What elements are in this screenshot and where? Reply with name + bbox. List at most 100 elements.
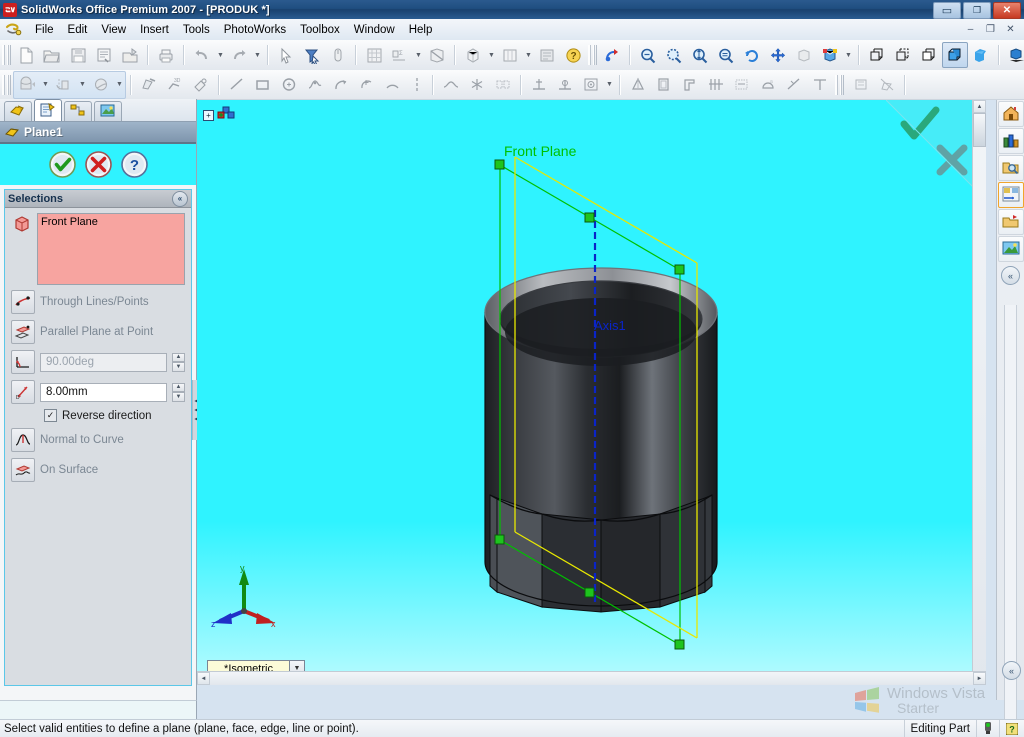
on-surface-icon[interactable] — [11, 458, 35, 482]
rebuild-icon[interactable] — [599, 42, 625, 68]
redo-icon[interactable] — [226, 42, 252, 68]
viewport-vertical-scrollbar[interactable]: ▲ ▼ — [972, 100, 986, 685]
new-document-icon[interactable] — [13, 42, 39, 68]
draft-icon[interactable] — [625, 72, 651, 98]
mdi-minimize-button[interactable]: – — [961, 21, 980, 37]
design-library-button[interactable] — [997, 128, 1024, 154]
wireframe-icon[interactable] — [864, 42, 890, 68]
menu-edit[interactable]: Edit — [61, 22, 95, 38]
reverse-direction-row[interactable]: ✓ Reverse direction — [5, 407, 191, 425]
offset-distance-input[interactable]: 8.00mm — [40, 382, 167, 402]
option-on-surface[interactable]: On Surface — [5, 455, 191, 485]
view-palette-button[interactable] — [997, 209, 1024, 235]
measure-icon[interactable]: Σ — [387, 42, 413, 68]
search-button[interactable] — [997, 182, 1024, 208]
pack-and-go-icon[interactable] — [117, 42, 143, 68]
angle-spin-down[interactable]: ▼ — [172, 362, 185, 372]
close-button[interactable]: ✕ — [993, 2, 1021, 19]
help-question-icon[interactable]: ? — [560, 42, 586, 68]
undo-dropdown-icon[interactable]: ▼ — [215, 43, 226, 67]
sketch-icon[interactable] — [136, 72, 162, 98]
select-arrow-icon[interactable] — [273, 42, 299, 68]
option-at-angle[interactable]: 90.00deg ▲ ▼ — [5, 347, 191, 377]
sketch-fillet-icon[interactable] — [438, 72, 464, 98]
menu-window[interactable]: Window — [347, 22, 402, 38]
revolved-boss-icon[interactable] — [51, 72, 77, 98]
menu-toolbox[interactable]: Toolbox — [293, 22, 347, 38]
offset-spin-down[interactable]: ▼ — [172, 392, 185, 402]
shaded-icon[interactable] — [534, 42, 560, 68]
menu-insert[interactable]: Insert — [133, 22, 176, 38]
shell-icon[interactable] — [651, 72, 677, 98]
display-manager-tab[interactable] — [94, 101, 122, 121]
zoom-to-area-icon[interactable] — [661, 42, 687, 68]
tangent-arc-icon[interactable] — [380, 72, 406, 98]
menu-tools[interactable]: Tools — [176, 22, 217, 38]
property-manager-tab[interactable] — [34, 99, 62, 121]
rotate-view-icon[interactable] — [739, 42, 765, 68]
rib-icon[interactable] — [677, 72, 703, 98]
appearance-icon[interactable] — [817, 42, 843, 68]
angle-spin-up[interactable]: ▲ — [172, 352, 185, 362]
toolbar-grip[interactable] — [2, 45, 11, 65]
appearance-dropdown-icon[interactable]: ▼ — [843, 43, 854, 67]
hidden-lines-visible-icon[interactable] — [890, 42, 916, 68]
trim-icon[interactable] — [807, 72, 833, 98]
angle-icon[interactable] — [11, 350, 35, 374]
edit-part-icon[interactable] — [848, 72, 874, 98]
normal-to-curve-icon[interactable] — [11, 428, 35, 452]
view-orientation-dropdown-icon[interactable]: ▼ — [486, 43, 497, 67]
extruded-boss-icon[interactable] — [14, 72, 40, 98]
open-folder-icon[interactable] — [39, 42, 65, 68]
save-icon[interactable] — [65, 42, 91, 68]
hidden-lines-removed-icon[interactable] — [916, 42, 942, 68]
reverse-direction-checkbox[interactable]: ✓ — [44, 409, 57, 422]
angle-input[interactable]: 90.00deg — [40, 352, 167, 372]
zoom-in-out-icon[interactable] — [687, 42, 713, 68]
extruded-boss-dropdown-icon[interactable]: ▼ — [40, 73, 51, 97]
dome-icon[interactable]: a — [755, 72, 781, 98]
scroll-up-icon[interactable]: ▲ — [973, 100, 986, 113]
mdi-close-button[interactable]: ✕ — [1001, 21, 1020, 37]
cancel-button[interactable] — [84, 151, 112, 178]
offset-spin-up[interactable]: ▲ — [172, 382, 185, 392]
perimeter-circle-icon[interactable] — [354, 72, 380, 98]
circle-icon[interactable] — [276, 72, 302, 98]
shaded-view-icon[interactable] — [968, 42, 994, 68]
measure-dropdown-icon[interactable]: ▼ — [413, 43, 424, 67]
axis-icon[interactable] — [552, 72, 578, 98]
display-style-dropdown-icon[interactable]: ▼ — [523, 43, 534, 67]
ok-button[interactable] — [48, 151, 76, 178]
offset-distance-spinner[interactable]: ▲ ▼ — [172, 382, 185, 402]
smart-dimension-icon[interactable] — [188, 72, 214, 98]
scroll-right-icon[interactable]: ► — [973, 672, 986, 685]
view-orientation-icon[interactable] — [460, 42, 486, 68]
option-normal-to-curve[interactable]: Normal to Curve — [5, 425, 191, 455]
mdi-restore-button[interactable]: ❐ — [981, 21, 1000, 37]
pan-icon[interactable] — [765, 42, 791, 68]
option-parallel-plane-at-point[interactable]: Parallel Plane at Point — [5, 317, 191, 347]
collapse-section-icon[interactable]: « — [172, 190, 188, 207]
print-preview-icon[interactable] — [91, 42, 117, 68]
solidworks-menu-logo-icon[interactable] — [5, 22, 23, 38]
menu-help[interactable]: Help — [402, 22, 440, 38]
zoom-to-fit-icon[interactable] — [635, 42, 661, 68]
solidworks-resources-button[interactable] — [997, 101, 1024, 127]
coordinate-system-icon[interactable] — [578, 72, 604, 98]
menu-file[interactable]: File — [28, 22, 61, 38]
arc-icon[interactable] — [328, 72, 354, 98]
configuration-manager-tab[interactable] — [64, 101, 92, 121]
curve-icon[interactable] — [781, 72, 807, 98]
reference-geometry-dropdown-icon[interactable]: ▼ — [604, 73, 615, 97]
scroll-left-icon[interactable]: ◄ — [197, 672, 210, 685]
appearances-button[interactable] — [997, 236, 1024, 262]
point-icon[interactable] — [464, 72, 490, 98]
viewport-horizontal-scrollbar[interactable]: ◄ ► — [197, 671, 986, 685]
selections-section-header[interactable]: Selections « — [5, 190, 191, 208]
magnifier-mouse-icon[interactable] — [325, 42, 351, 68]
shadows-icon[interactable] — [1004, 42, 1024, 68]
model-graphics[interactable]: Front Plane Axis1 — [197, 100, 986, 685]
help-question-icon[interactable]: ? — [999, 720, 1024, 737]
filter-icon[interactable] — [299, 42, 325, 68]
revolved-boss-dropdown-icon[interactable]: ▼ — [77, 73, 88, 97]
